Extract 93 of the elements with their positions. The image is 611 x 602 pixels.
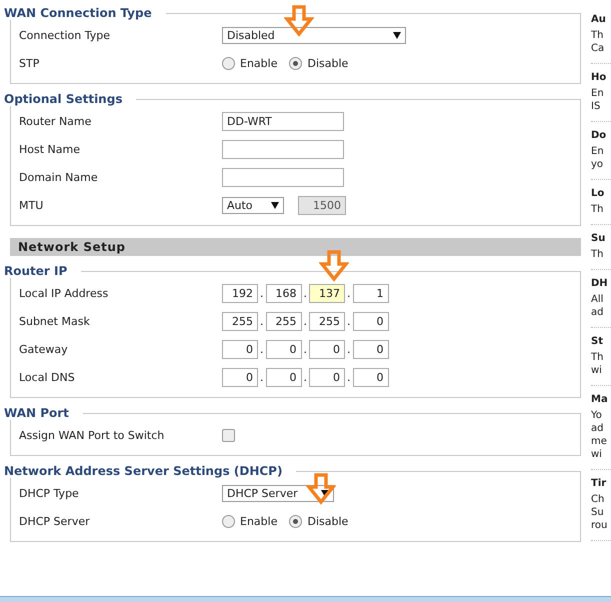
dot-separator: . <box>347 314 350 328</box>
field-label: DHCP Type <box>19 486 80 500</box>
ip-octet-field[interactable]: 0 <box>309 368 345 386</box>
help-text: rou <box>591 519 608 532</box>
dot-separator: . <box>304 314 307 328</box>
field-label: Domain Name <box>19 170 99 184</box>
dot-separator: . <box>304 286 307 300</box>
help-text: En <box>591 145 605 158</box>
radio-button[interactable] <box>222 514 235 528</box>
ip-octet-field[interactable]: 0 <box>352 340 388 358</box>
dot-separator: . <box>347 370 350 384</box>
help-title: DH <box>591 277 609 291</box>
field-label: Connection Type <box>19 28 112 42</box>
section-title: WAN Port <box>4 406 71 420</box>
radio-button[interactable] <box>222 56 235 70</box>
field-label: Host Name <box>19 142 81 156</box>
help-text: Th <box>591 351 604 364</box>
ip-octet-field[interactable]: 192 <box>222 284 258 302</box>
ip-octet-field[interactable]: 0 <box>222 340 258 358</box>
ip-octet-field[interactable]: 0 <box>309 340 345 358</box>
field-label: Gateway <box>19 342 69 356</box>
section-title: Network Address Server Settings (DHCP) <box>4 464 284 478</box>
ip-octet-field[interactable]: 0 <box>266 368 302 386</box>
input-field[interactable] <box>222 168 344 186</box>
help-text: En <box>591 87 605 100</box>
help-title: Ma <box>591 393 609 407</box>
option-label: Disable <box>307 514 348 528</box>
radio-button[interactable] <box>289 56 302 70</box>
dot-separator: . <box>304 370 307 384</box>
section-title: Optional Settings <box>4 92 124 106</box>
option-label: Enable <box>240 56 278 70</box>
dot-separator: . <box>260 370 264 384</box>
dot-separator: . <box>260 286 264 300</box>
help-title: St <box>591 335 604 349</box>
help-text: Yo <box>591 409 603 422</box>
input-field[interactable] <box>222 140 344 158</box>
dot-separator: . <box>347 286 350 300</box>
option-label: Disable <box>307 56 348 70</box>
field-label: MTU <box>19 198 44 212</box>
input-field[interactable]: DD-WRT <box>222 112 344 130</box>
field-label: Assign WAN Port to Switch <box>19 428 166 442</box>
option-label: Enable <box>240 514 278 528</box>
dot-separator: . <box>347 342 350 356</box>
ip-octet-field[interactable]: 0 <box>352 368 388 386</box>
checkbox[interactable] <box>222 428 235 442</box>
help-title: Do <box>591 129 608 143</box>
help-text: Su <box>591 506 605 519</box>
field-label: Router Name <box>19 114 92 128</box>
help-text: me <box>591 435 608 448</box>
help-text: ad <box>591 306 604 319</box>
help-text: Ch <box>591 493 606 506</box>
ip-octet-field[interactable]: 255 <box>222 312 258 330</box>
field-label: Subnet Mask <box>19 314 91 328</box>
help-text: yo <box>591 158 604 171</box>
section-header-bar: Network Setup <box>10 238 581 256</box>
ip-octet-field[interactable]: 0 <box>222 368 258 386</box>
section-title: WAN Connection Type <box>4 6 154 20</box>
field-label: Local IP Address <box>19 286 110 300</box>
help-title: Su <box>591 232 606 246</box>
ip-octet-field[interactable]: 0 <box>266 340 302 358</box>
ip-octet-field[interactable]: 255 <box>309 312 345 330</box>
caret-icon <box>393 32 401 38</box>
radio-button[interactable] <box>289 514 302 528</box>
ip-octet-field[interactable]: 1 <box>352 284 388 302</box>
help-title: Tir <box>591 477 608 491</box>
dropdown[interactable]: DHCP Server <box>222 484 334 502</box>
caret-icon <box>321 490 329 496</box>
help-text: wi <box>591 448 603 461</box>
ip-octet-field[interactable]: 137 <box>309 284 345 302</box>
caret-icon <box>271 202 279 208</box>
field-label: DHCP Server <box>19 514 91 528</box>
dot-separator: . <box>260 314 264 328</box>
help-text: IS <box>591 100 602 113</box>
help-text: Th <box>591 203 604 216</box>
dot-separator: . <box>260 342 264 356</box>
help-text: wi <box>591 364 603 377</box>
dropdown[interactable]: Disabled <box>222 26 406 44</box>
help-text: Ca <box>591 42 606 55</box>
help-text: Th <box>591 248 604 261</box>
help-text: ad <box>591 422 604 435</box>
help-text: Th <box>591 29 604 42</box>
field-label: STP <box>19 56 40 70</box>
help-title: Ho <box>591 71 608 85</box>
ip-octet-field[interactable]: 255 <box>266 312 302 330</box>
help-title: Au <box>591 13 607 27</box>
ip-octet-field[interactable]: 168 <box>266 284 302 302</box>
section-title: Router IP <box>4 264 70 278</box>
help-text: All <box>591 293 604 306</box>
dot-separator: . <box>304 342 307 356</box>
input-field: 1500 <box>298 196 346 214</box>
ip-octet-field[interactable]: 0 <box>352 312 388 330</box>
help-title: Lo <box>591 187 606 201</box>
field-label: Local DNS <box>19 370 76 384</box>
